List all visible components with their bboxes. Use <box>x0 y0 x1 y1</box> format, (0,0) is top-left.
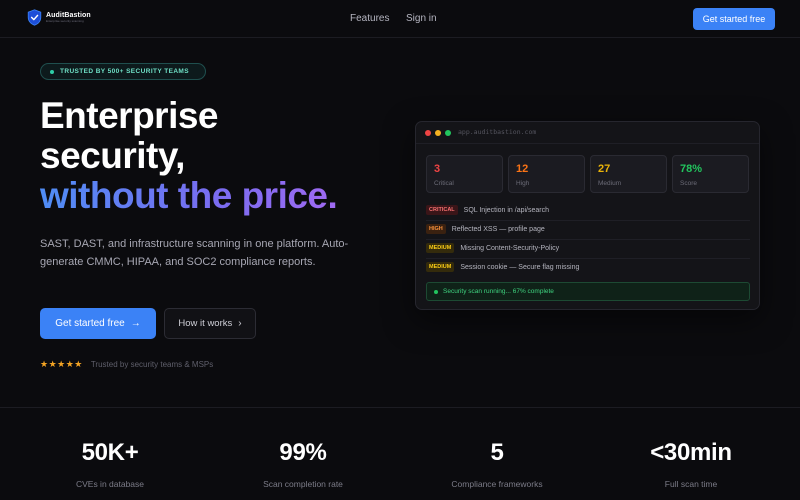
divider <box>426 239 750 240</box>
get-started-button[interactable]: Get started free → <box>40 308 156 339</box>
minimize-dot-icon <box>435 130 441 136</box>
severity-badge: CRITICAL <box>426 205 458 215</box>
logo-name: AuditBastion <box>46 12 91 19</box>
logo-tagline: Enterprise security scanning <box>46 19 84 23</box>
top-nav: AuditBastion Enterprise security scannin… <box>0 0 800 38</box>
how-it-works-button[interactable]: How it works › <box>164 308 256 339</box>
get-started-label: Get started free <box>55 318 125 329</box>
finding-row[interactable]: CRITICAL SQL Injection in /api/search <box>426 205 549 215</box>
nav-link-features[interactable]: Features <box>350 13 389 24</box>
scan-status-text: Security scan running... 67% complete <box>443 288 554 295</box>
metric-label: Compliance frameworks <box>451 479 543 489</box>
shield-check-icon <box>27 9 42 26</box>
metric-value: 50K+ <box>81 439 139 466</box>
stat-card-score: 78% Score <box>672 155 749 193</box>
hero-subtext: SAST, DAST, and infrastructure scanning … <box>40 238 349 268</box>
severity-badge: MEDIUM <box>426 262 455 272</box>
severity-badge: HIGH <box>426 224 446 234</box>
stat-card-medium: 27 Medium <box>590 155 667 193</box>
stat-value: 27 <box>598 163 611 175</box>
how-it-works-label: How it works <box>178 318 233 329</box>
finding-row[interactable]: MEDIUM Session cookie — Secure flag miss… <box>426 262 579 272</box>
metrics-strip: 50K+ CVEs in database 99% Scan completio… <box>0 407 800 500</box>
badge-text: TRUSTED BY 500+ SECURITY TEAMS <box>60 68 189 75</box>
badge-dot-icon <box>50 69 54 74</box>
metric-frameworks: 5 Compliance frameworks <box>397 439 597 489</box>
trust-text: Trusted by security teams & MSPs <box>90 360 214 369</box>
status-dot-icon <box>434 289 438 294</box>
finding-text: SQL Injection in /api/search <box>463 206 550 214</box>
stat-label: Medium <box>598 180 622 187</box>
finding-row[interactable]: HIGH Reflected XSS — profile page <box>426 224 545 234</box>
trusted-badge: TRUSTED BY 500+ SECURITY TEAMS <box>40 63 206 80</box>
stat-card-high: 12 High <box>508 155 585 193</box>
stat-label: Critical <box>434 180 454 187</box>
chevron-right-icon: › <box>238 318 242 329</box>
metric-scan-time: <30min Full scan time <box>591 439 791 489</box>
stat-label: Score <box>680 180 697 187</box>
stat-label: High <box>516 180 530 187</box>
divider <box>426 258 750 259</box>
stat-value: 78% <box>680 163 703 175</box>
app-preview-window: app.auditbastion.com 3 Critical 12 High … <box>415 121 760 310</box>
metric-cves: 50K+ CVEs in database <box>10 439 210 489</box>
logo[interactable]: AuditBastion Enterprise security scannin… <box>27 9 91 26</box>
stat-value: 3 <box>434 163 441 175</box>
finding-row[interactable]: MEDIUM Missing Content-Security-Policy <box>426 243 559 253</box>
divider <box>426 220 750 221</box>
arrow-right-icon: → <box>130 318 141 329</box>
headline-line-3: without the price. <box>40 175 338 216</box>
finding-text: Missing Content-Security-Policy <box>460 244 560 252</box>
metric-label: Scan completion rate <box>263 479 343 489</box>
scan-status-bar: Security scan running... 67% complete <box>426 282 750 301</box>
finding-text: Reflected XSS — profile page <box>451 225 545 233</box>
hero-headline: Enterprise security, without the price. <box>40 95 338 216</box>
star-rating-icon: ★★★★★ <box>40 359 83 369</box>
metric-label: CVEs in database <box>75 479 145 489</box>
stat-card-critical: 3 Critical <box>426 155 503 193</box>
metric-label: Full scan time <box>664 479 718 489</box>
metric-value: 5 <box>490 439 504 466</box>
nav-get-started-button[interactable]: Get started free <box>693 8 775 30</box>
finding-text: Session cookie — Secure flag missing <box>460 263 580 271</box>
metric-scan-rate: 99% Scan completion rate <box>203 439 403 489</box>
maximize-dot-icon <box>445 130 451 136</box>
metric-value: 99% <box>279 439 327 466</box>
headline-line-1: Enterprise <box>40 95 219 136</box>
nav-link-sign-in[interactable]: Sign in <box>406 13 437 24</box>
headline-line-2: security, <box>40 135 185 176</box>
trust-row: ★★★★★ Trusted by security teams & MSPs <box>40 359 213 370</box>
close-dot-icon <box>425 130 431 136</box>
window-url: app.auditbastion.com <box>458 128 537 136</box>
severity-badge: MEDIUM <box>426 243 455 253</box>
metric-value: <30min <box>650 439 732 466</box>
stat-value: 12 <box>516 163 529 175</box>
window-title-bar: app.auditbastion.com <box>416 122 759 144</box>
